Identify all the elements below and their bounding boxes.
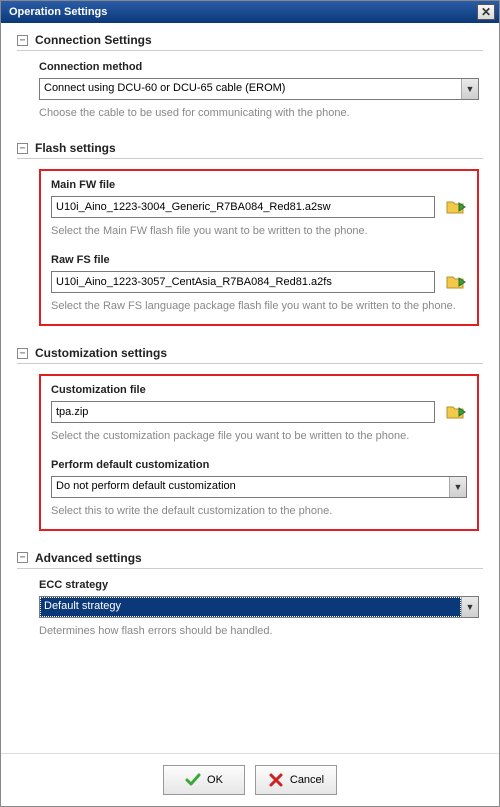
section-header-flash: − Flash settings (17, 141, 483, 159)
perform-default-help: Select this to write the default customi… (51, 504, 467, 519)
main-fw-label: Main FW file (51, 179, 467, 191)
section-header-customization: − Customization settings (17, 346, 483, 364)
dropdown-button[interactable]: ▼ (461, 79, 478, 99)
raw-fs-field: Raw FS file U10i_Aino_1223-3057_CentAsia… (51, 254, 467, 314)
section-customization: − Customization settings Customization f… (17, 346, 483, 531)
checkmark-icon (185, 772, 201, 788)
window-titlebar: Operation Settings ✕ (1, 1, 499, 23)
section-flash: − Flash settings Main FW file U10i_Aino_… (17, 141, 483, 326)
section-toggle-flash[interactable]: − (17, 143, 28, 154)
dialog-content: − Connection Settings Connection method … (1, 23, 499, 753)
section-header-connection: − Connection Settings (17, 33, 483, 51)
browse-raw-fs-button[interactable] (445, 271, 467, 293)
perform-default-label: Perform default customization (51, 459, 467, 471)
main-fw-help: Select the Main FW flash file you want t… (51, 224, 467, 239)
close-icon: ✕ (481, 5, 491, 19)
section-toggle-customization[interactable]: − (17, 348, 28, 359)
chevron-down-icon: ▼ (466, 602, 475, 612)
raw-fs-label: Raw FS file (51, 254, 467, 266)
main-fw-value: U10i_Aino_1223-3004_Generic_R7BA084_Red8… (56, 201, 331, 213)
window-close-button[interactable]: ✕ (477, 4, 495, 20)
section-header-advanced: − Advanced settings (17, 551, 483, 569)
ecc-strategy-label: ECC strategy (39, 579, 479, 591)
connection-method-value: Connect using DCU-60 or DCU-65 cable (ER… (40, 79, 461, 99)
minus-icon: − (19, 349, 25, 358)
connection-method-dropdown[interactable]: Connect using DCU-60 or DCU-65 cable (ER… (39, 78, 479, 100)
browse-customization-button[interactable] (445, 401, 467, 423)
flash-highlight-box: Main FW file U10i_Aino_1223-3004_Generic… (39, 169, 479, 326)
section-body-flash: Main FW file U10i_Aino_1223-3004_Generic… (17, 169, 483, 326)
connection-method-help: Choose the cable to be used for communic… (39, 106, 479, 121)
window-title: Operation Settings (9, 6, 107, 18)
main-fw-field: Main FW file U10i_Aino_1223-3004_Generic… (51, 179, 467, 239)
raw-fs-value: U10i_Aino_1223-3057_CentAsia_R7BA084_Red… (56, 276, 332, 288)
perform-default-dropdown[interactable]: Do not perform default customization ▼ (51, 476, 467, 498)
raw-fs-input[interactable]: U10i_Aino_1223-3057_CentAsia_R7BA084_Red… (51, 271, 435, 293)
cross-icon (268, 772, 284, 788)
customization-file-value: tpa.zip (56, 406, 88, 418)
section-title-advanced: Advanced settings (35, 551, 142, 565)
browse-main-fw-button[interactable] (445, 196, 467, 218)
ok-button-label: OK (207, 774, 223, 786)
minus-icon: − (19, 36, 25, 45)
connection-method-label: Connection method (39, 61, 479, 73)
section-title-customization: Customization settings (35, 346, 167, 360)
dropdown-button[interactable]: ▼ (449, 477, 466, 497)
minus-icon: − (19, 553, 25, 562)
cancel-button-label: Cancel (290, 774, 324, 786)
chevron-down-icon: ▼ (466, 84, 475, 94)
cancel-button[interactable]: Cancel (255, 765, 337, 795)
minus-icon: − (19, 144, 25, 153)
section-toggle-advanced[interactable]: − (17, 552, 28, 563)
raw-fs-help: Select the Raw FS language package flash… (51, 299, 467, 314)
section-body-customization: Customization file tpa.zip Select the cu… (17, 374, 483, 531)
section-body-connection: Connection method Connect using DCU-60 o… (17, 61, 483, 121)
chevron-down-icon: ▼ (454, 482, 463, 492)
section-advanced: − Advanced settings ECC strategy Default… (17, 551, 483, 639)
section-toggle-connection[interactable]: − (17, 35, 28, 46)
main-fw-input[interactable]: U10i_Aino_1223-3004_Generic_R7BA084_Red8… (51, 196, 435, 218)
section-title-connection: Connection Settings (35, 33, 152, 47)
section-connection: − Connection Settings Connection method … (17, 33, 483, 121)
ecc-strategy-help: Determines how flash errors should be ha… (39, 624, 479, 639)
customization-file-label: Customization file (51, 384, 467, 396)
section-body-advanced: ECC strategy Default strategy ▼ Determin… (17, 579, 483, 639)
customization-file-help: Select the customization package file yo… (51, 429, 467, 444)
ecc-strategy-dropdown[interactable]: Default strategy ▼ (39, 596, 479, 618)
section-title-flash: Flash settings (35, 141, 116, 155)
dialog-button-bar: OK Cancel (1, 753, 499, 805)
customization-file-input[interactable]: tpa.zip (51, 401, 435, 423)
perform-default-value: Do not perform default customization (52, 477, 449, 497)
dropdown-button[interactable]: ▼ (461, 597, 478, 617)
customization-highlight-box: Customization file tpa.zip Select the cu… (39, 374, 479, 531)
ok-button[interactable]: OK (163, 765, 245, 795)
ecc-strategy-value: Default strategy (40, 597, 461, 617)
